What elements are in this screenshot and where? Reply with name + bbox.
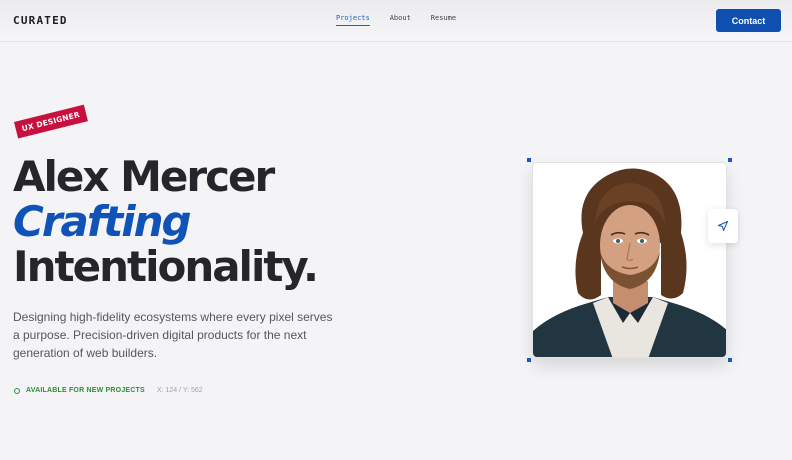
portrait-frame[interactable] bbox=[527, 158, 732, 362]
cursor-coordinates: X: 124 / Y: 562 bbox=[156, 387, 203, 394]
send-button[interactable] bbox=[708, 209, 738, 243]
send-icon bbox=[718, 221, 728, 231]
resize-handle-bottom-left[interactable] bbox=[527, 358, 531, 362]
nav-link-projects[interactable]: Projects bbox=[336, 14, 370, 26]
hero-name: Alex Mercer bbox=[13, 152, 275, 201]
resize-handle-top-left[interactable] bbox=[527, 158, 531, 162]
hero-accent: Crafting bbox=[13, 197, 192, 246]
nav-link-about[interactable]: About bbox=[390, 14, 411, 26]
role-badge: UX DESIGNER bbox=[14, 104, 88, 139]
portrait-illustration bbox=[533, 163, 726, 357]
status-dot-icon bbox=[14, 387, 20, 394]
main-nav: Projects About Resume bbox=[336, 14, 456, 26]
contact-button[interactable]: Contact bbox=[716, 9, 781, 32]
status-text: AVAILABLE FOR NEW PROJECTS bbox=[26, 387, 145, 394]
hero-tagline: Intentionality. bbox=[13, 242, 319, 291]
availability-status: AVAILABLE FOR NEW PROJECTS X: 124 / Y: 5… bbox=[14, 387, 203, 394]
resize-handle-top-right[interactable] bbox=[728, 158, 732, 162]
nav-link-resume[interactable]: Resume bbox=[431, 14, 456, 26]
portrait-image bbox=[532, 162, 727, 358]
hero-headline: Alex Mercer Crafting Intentionality. bbox=[13, 152, 319, 291]
hero-description: Designing high-fidelity ecosystems where… bbox=[13, 310, 333, 360]
top-navbar: CURATED Projects About Resume Contact bbox=[0, 0, 792, 42]
brand-logo[interactable]: CURATED bbox=[13, 14, 68, 27]
resize-handle-bottom-right[interactable] bbox=[728, 358, 732, 362]
